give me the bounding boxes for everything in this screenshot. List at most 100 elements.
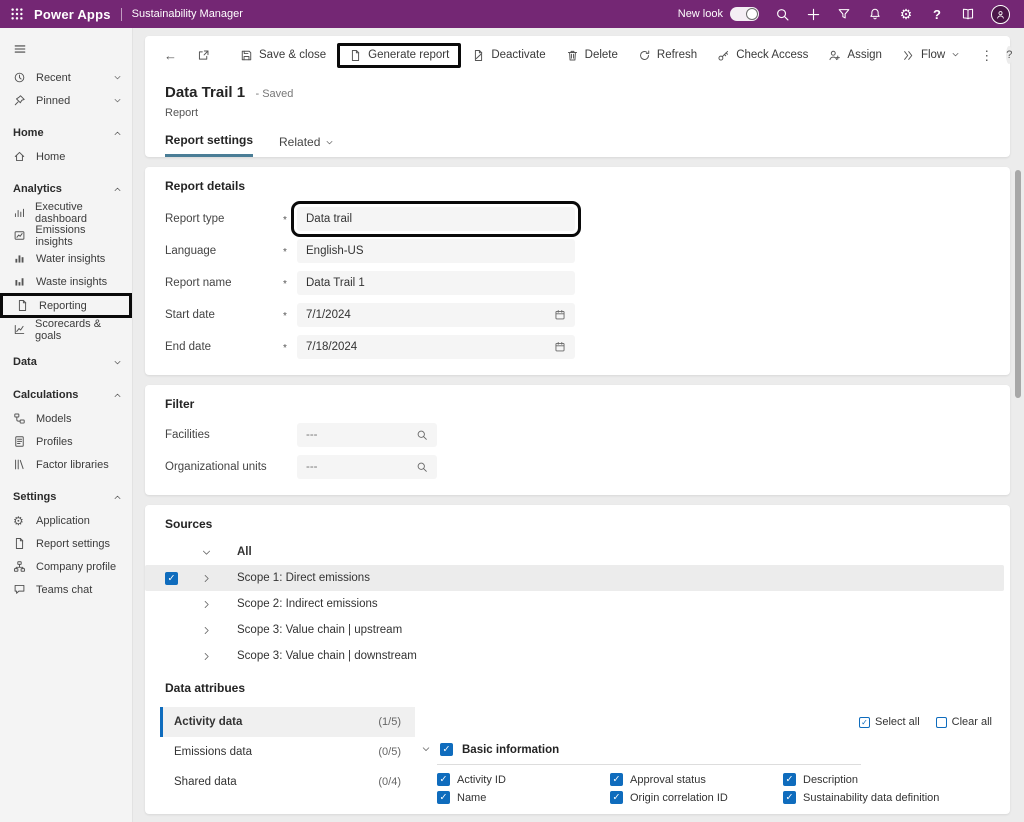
attr-origin-correlation-id[interactable]: ✓ Origin correlation ID [610, 791, 783, 804]
new-look-toggle[interactable] [730, 7, 759, 21]
tree-row-scope3-downstream[interactable]: Scope 3: Value chain | downstream [145, 643, 1004, 669]
sidebar-section-analytics[interactable]: Analytics [0, 177, 132, 201]
clear-all-link[interactable]: Clear all [936, 716, 992, 728]
checked-checkbox: ✓ [783, 773, 796, 786]
sidebar-item-company-profile[interactable]: Company profile [0, 555, 132, 578]
refresh-button[interactable]: Refresh [629, 44, 706, 67]
end-date-field[interactable]: 7/18/2024 [297, 335, 575, 359]
sidebar-item-executive-dashboard[interactable]: Executive dashboard [0, 201, 132, 224]
library-books-icon [13, 458, 27, 471]
docs-book-icon[interactable] [960, 6, 976, 22]
chevron-right-icon[interactable] [201, 651, 213, 662]
filter-icon[interactable] [836, 6, 852, 22]
save-close-button[interactable]: Save & close [231, 44, 335, 67]
back-button[interactable]: ← [155, 44, 186, 67]
chevron-up-icon [113, 127, 122, 139]
category-activity-data[interactable]: Activity data (1/5) [160, 707, 415, 737]
hamburger-menu-icon[interactable] [0, 36, 132, 66]
sidebar-item-reporting[interactable]: Reporting [0, 293, 132, 318]
category-emissions-data[interactable]: Emissions data (0/5) [160, 737, 415, 767]
user-avatar[interactable] [991, 5, 1010, 24]
report-name-field[interactable]: Data Trail 1 [297, 271, 575, 295]
chevron-down-icon [325, 135, 334, 149]
chevron-right-icon[interactable] [201, 625, 213, 636]
sidebar-section-home[interactable]: Home [0, 121, 132, 145]
vertical-scrollbar[interactable] [1015, 170, 1021, 398]
search-icon[interactable] [416, 461, 428, 473]
assign-button[interactable]: Assign [819, 44, 891, 67]
sources-card: Sources All ✓ Scope 1: Direct emissions … [145, 505, 1010, 814]
notifications-bell-icon[interactable] [867, 6, 883, 22]
sidebar-section-data[interactable]: Data [0, 350, 132, 374]
brand-logo-text[interactable]: Power Apps [34, 7, 111, 22]
chevron-right-icon[interactable] [201, 573, 213, 584]
more-commands-button[interactable]: ⋮ [971, 44, 1002, 67]
sidebar-item-home[interactable]: Home [0, 145, 132, 168]
language-field[interactable]: English-US [297, 239, 575, 263]
popout-button[interactable] [188, 44, 219, 67]
sidebar-item-water-insights[interactable]: Water insights [0, 247, 132, 270]
chevron-down-icon[interactable] [201, 547, 213, 558]
deactivate-button[interactable]: Deactivate [463, 44, 554, 67]
sidebar-item-scorecards-goals[interactable]: Scorecards & goals [0, 318, 132, 341]
facilities-lookup-field[interactable]: --- [297, 423, 437, 447]
help-icon[interactable]: ? [929, 6, 945, 22]
sidebar-item-application[interactable]: ⚙ Application [0, 509, 132, 532]
record-header-card: ← Save & close Generate report Deactivat… [145, 36, 1010, 157]
tree-row-scope3-upstream[interactable]: Scope 3: Value chain | upstream [145, 617, 1004, 643]
waffle-icon[interactable] [0, 0, 34, 28]
calendar-icon[interactable] [554, 309, 566, 321]
help-bubble-button[interactable]: ? [1006, 46, 1012, 64]
sidebar-item-report-settings[interactable]: Report settings [0, 532, 132, 555]
tab-related[interactable]: Related [279, 133, 334, 157]
generate-report-button[interactable]: Generate report [337, 43, 461, 68]
add-icon[interactable] [805, 6, 821, 22]
field-row-language: Language * English-US [165, 235, 990, 267]
chevron-down-icon[interactable] [421, 744, 431, 756]
checked-checkbox[interactable]: ✓ [165, 572, 178, 585]
select-all-link[interactable]: ✓ Select all [859, 716, 920, 728]
sidebar-item-teams-chat[interactable]: Teams chat [0, 578, 132, 601]
delete-button[interactable]: Delete [557, 44, 627, 67]
top-app-bar: Power Apps Sustainability Manager New lo… [0, 0, 1024, 28]
sidebar-item-pinned[interactable]: Pinned [0, 89, 132, 112]
attribute-checkbox-grid: ✓ Activity ID ✓ Approval status ✓ Descri… [437, 773, 992, 804]
sidebar-item-waste-insights[interactable]: Waste insights [0, 270, 132, 293]
attr-approval-status[interactable]: ✓ Approval status [610, 773, 783, 786]
group-checked-checkbox[interactable]: ✓ [440, 743, 453, 756]
sidebar-item-recent[interactable]: Recent [0, 66, 132, 89]
attr-name[interactable]: ✓ Name [437, 791, 610, 804]
attr-description[interactable]: ✓ Description [783, 773, 973, 786]
organizational-units-lookup-field[interactable]: --- [297, 455, 437, 479]
tree-row-scope2[interactable]: Scope 2: Indirect emissions [145, 591, 1004, 617]
flow-boxes-icon [13, 412, 27, 425]
check-access-button[interactable]: Check Access [708, 44, 817, 67]
sidebar-section-calculations[interactable]: Calculations [0, 383, 132, 407]
report-type-field[interactable]: Data trail [297, 207, 575, 231]
basic-information-group[interactable]: ✓ Basic information [421, 743, 992, 756]
checked-checkbox: ✓ [437, 791, 450, 804]
sidebar-item-emissions-insights[interactable]: Emissions insights [0, 224, 132, 247]
attr-sustainability-data-definition[interactable]: ✓ Sustainability data definition [783, 791, 973, 804]
sidebar-item-factor-libraries[interactable]: Factor libraries [0, 453, 132, 476]
sidebar-section-settings[interactable]: Settings [0, 485, 132, 509]
category-label: Activity data [174, 716, 242, 728]
org-chart-icon [13, 560, 27, 573]
field-value: 7/1/2024 [306, 309, 351, 321]
category-shared-data[interactable]: Shared data (0/4) [160, 767, 415, 797]
attr-activity-id[interactable]: ✓ Activity ID [437, 773, 610, 786]
flow-button[interactable]: Flow [893, 44, 969, 67]
start-date-field[interactable]: 7/1/2024 [297, 303, 575, 327]
sidebar-item-models[interactable]: Models [0, 407, 132, 430]
search-icon[interactable] [416, 429, 428, 441]
search-icon[interactable] [774, 6, 790, 22]
filter-card: Filter Facilities --- Organizational uni… [145, 385, 1010, 495]
settings-gear-icon[interactable]: ⚙ [898, 6, 914, 22]
tab-report-settings[interactable]: Report settings [165, 133, 253, 157]
section-heading: Report details [165, 179, 990, 193]
calendar-icon[interactable] [554, 341, 566, 353]
chevron-right-icon[interactable] [201, 599, 213, 610]
tree-row-all[interactable]: All [145, 539, 1004, 565]
tree-row-scope1[interactable]: ✓ Scope 1: Direct emissions [145, 565, 1004, 591]
sidebar-item-profiles[interactable]: Profiles [0, 430, 132, 453]
